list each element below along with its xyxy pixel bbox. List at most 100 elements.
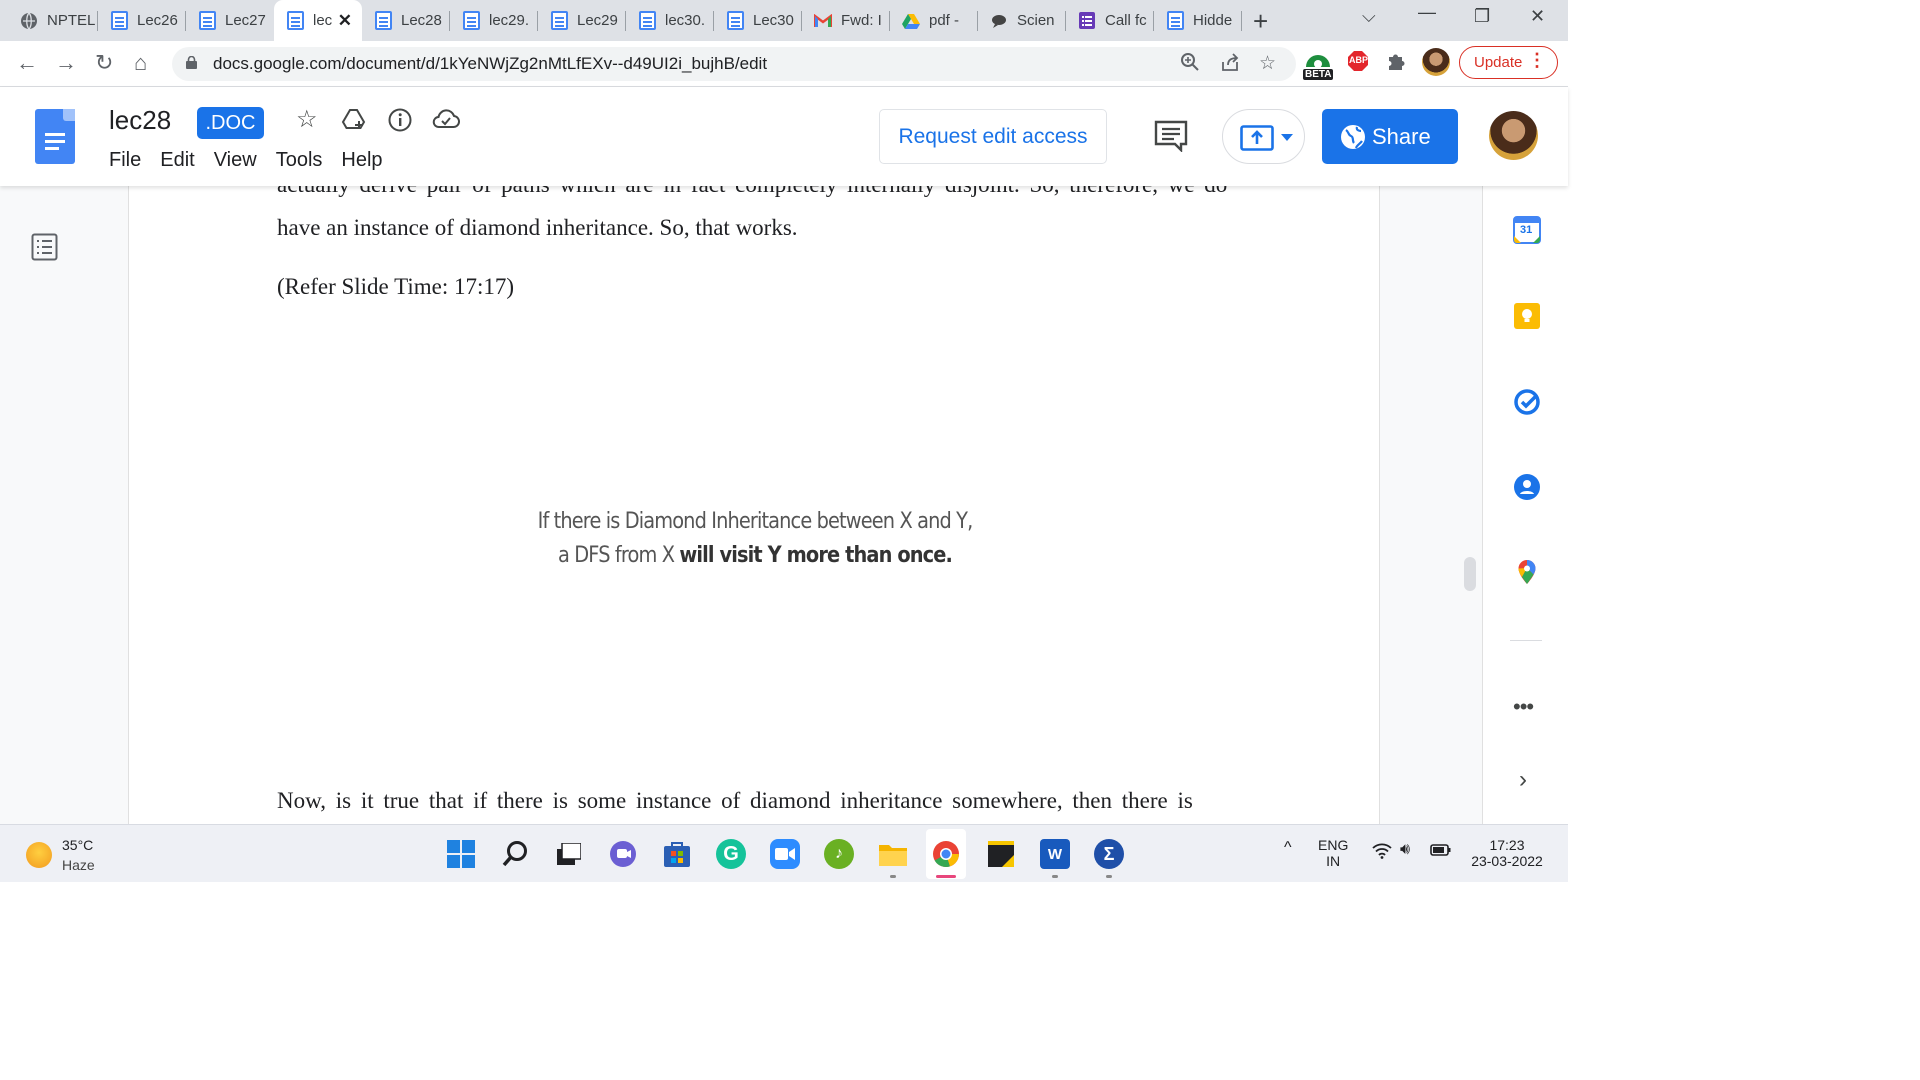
tab-lec26[interactable]: Lec26	[98, 0, 186, 41]
word-icon[interactable]: W	[1040, 839, 1070, 869]
tab-lec29[interactable]: Lec29	[538, 0, 626, 41]
chat-icon	[990, 12, 1008, 30]
tab-lec30[interactable]: Lec30	[714, 0, 802, 41]
update-button[interactable]: Update ⋮	[1459, 46, 1558, 79]
wifi-icon[interactable]	[1372, 843, 1392, 862]
document-outline-icon[interactable]	[31, 233, 58, 266]
tab-label: Call fc	[1105, 12, 1147, 29]
docs-logo-icon[interactable]	[35, 109, 75, 164]
close-window-icon[interactable]: ✕	[1530, 6, 1545, 27]
menu-tools[interactable]: Tools	[276, 149, 323, 172]
tab-science[interactable]: Scien	[978, 0, 1066, 41]
grammarly-icon[interactable]: G	[716, 839, 746, 869]
share-page-icon[interactable]	[1220, 52, 1240, 78]
globe-icon	[20, 12, 38, 30]
tab-nptel[interactable]: NPTEL	[8, 0, 98, 41]
docs-icon	[726, 11, 744, 30]
move-to-drive-icon[interactable]	[341, 107, 367, 133]
vertical-scrollbar-thumb[interactable]	[1464, 557, 1476, 591]
profile-avatar[interactable]	[1422, 48, 1450, 76]
calendar-icon[interactable]: 31	[1513, 216, 1541, 244]
chrome-active-indicator	[936, 875, 956, 878]
sticky-notes-icon[interactable]	[986, 839, 1016, 869]
file-type-badge: .DOC	[197, 107, 264, 139]
weather-description[interactable]: Haze	[62, 857, 95, 873]
slide-line-2-plain: a DFS from X	[558, 543, 680, 568]
tab-lec30-doc[interactable]: lec30.	[626, 0, 714, 41]
sigma-app-icon[interactable]: Σ	[1094, 839, 1124, 869]
update-label: Update	[1474, 54, 1523, 71]
share-button[interactable]: Share	[1322, 109, 1458, 164]
keep-icon[interactable]	[1513, 302, 1541, 330]
comments-icon[interactable]	[1154, 120, 1188, 157]
weather-sun-icon[interactable]	[26, 842, 52, 868]
new-tab-plus-icon[interactable]: +	[1253, 6, 1268, 37]
microsoft-store-icon[interactable]	[662, 839, 692, 869]
expand-panel-chevron-icon[interactable]: ›	[1519, 766, 1547, 794]
running-indicator	[1106, 875, 1112, 878]
panel-divider	[1510, 640, 1542, 641]
zoom-icon[interactable]	[1180, 52, 1200, 78]
extension-beta-icon[interactable]: BETA	[1302, 49, 1334, 86]
document-title[interactable]: lec28	[109, 105, 171, 136]
docs-icon	[110, 11, 128, 30]
request-edit-access-button[interactable]: Request edit access	[879, 109, 1107, 164]
battery-icon[interactable]	[1430, 843, 1452, 860]
contacts-icon[interactable]	[1513, 473, 1541, 501]
file-explorer-icon[interactable]	[878, 839, 908, 869]
zoom-app-icon[interactable]	[770, 839, 800, 869]
menu-view[interactable]: View	[214, 149, 257, 172]
chrome-icon[interactable]	[931, 839, 961, 869]
more-apps-dots-icon[interactable]: •••	[1513, 694, 1541, 722]
reload-icon[interactable]: ↻	[95, 50, 113, 76]
paragraph-cut-line: actually derive pair of paths which are …	[277, 186, 1227, 198]
windows-start-icon[interactable]	[446, 839, 476, 869]
volume-icon[interactable]: 🔊︎	[1400, 841, 1410, 859]
star-icon[interactable]: ☆	[296, 105, 322, 133]
clock[interactable]: 17:23 23-03-2022	[1466, 837, 1548, 869]
maps-icon[interactable]	[1513, 558, 1541, 586]
close-tab-icon[interactable]: ✕	[338, 11, 352, 31]
calendar-day: 31	[1520, 224, 1533, 236]
menu-help[interactable]: Help	[341, 149, 382, 172]
tab-label: lec	[313, 12, 333, 29]
cloud-status-icon[interactable]	[432, 107, 460, 133]
present-button[interactable]	[1222, 109, 1305, 164]
task-view-icon[interactable]	[554, 839, 584, 869]
tab-drive-pdf[interactable]: pdf -	[890, 0, 978, 41]
tab-lec28[interactable]: Lec28	[362, 0, 450, 41]
tasks-icon[interactable]	[1513, 388, 1541, 416]
info-icon[interactable]	[387, 107, 413, 133]
tab-label: NPTEL	[47, 12, 96, 29]
clock-time: 17:23	[1489, 837, 1525, 853]
back-icon[interactable]: ←	[16, 50, 38, 76]
lock-icon	[186, 56, 197, 69]
teams-chat-icon[interactable]	[608, 839, 638, 869]
tab-lec28-active[interactable]: lec ✕	[274, 0, 362, 41]
docs-icon	[462, 11, 480, 30]
minimize-icon[interactable]: —	[1418, 2, 1436, 23]
adblock-icon[interactable]: ABP	[1347, 50, 1369, 77]
address-bar[interactable]: docs.google.com/document/d/1kYeNWjZg2nMt…	[172, 47, 1296, 81]
running-indicator	[890, 875, 896, 878]
restore-icon[interactable]: ❐	[1474, 6, 1490, 27]
menu-edit[interactable]: Edit	[160, 149, 194, 172]
tab-label: Scien	[1017, 12, 1055, 29]
tab-hidden[interactable]: Hidde	[1154, 0, 1242, 41]
tab-lec27[interactable]: Lec27	[186, 0, 274, 41]
bookmark-star-icon[interactable]: ☆	[1259, 52, 1276, 75]
weather-temperature[interactable]: 35°C	[62, 837, 93, 853]
language-indicator[interactable]: ENG IN	[1318, 837, 1348, 869]
tray-overflow-chevron-icon[interactable]: ^	[1284, 839, 1292, 857]
tab-gmail-fwd[interactable]: Fwd: I	[802, 0, 890, 41]
tab-lec29-doc[interactable]: lec29.	[450, 0, 538, 41]
music-app-icon[interactable]: ♪	[824, 839, 854, 869]
home-icon[interactable]: ⌂	[134, 50, 147, 76]
search-icon[interactable]	[500, 839, 530, 869]
extensions-puzzle-icon[interactable]	[1386, 50, 1408, 77]
forward-icon[interactable]: →	[55, 50, 77, 76]
tab-forms-call[interactable]: Call fc	[1066, 0, 1154, 41]
menu-file[interactable]: File	[109, 149, 141, 172]
account-avatar[interactable]	[1489, 111, 1538, 160]
tab-search-chevron-icon[interactable]: ⌵	[1362, 6, 1376, 27]
